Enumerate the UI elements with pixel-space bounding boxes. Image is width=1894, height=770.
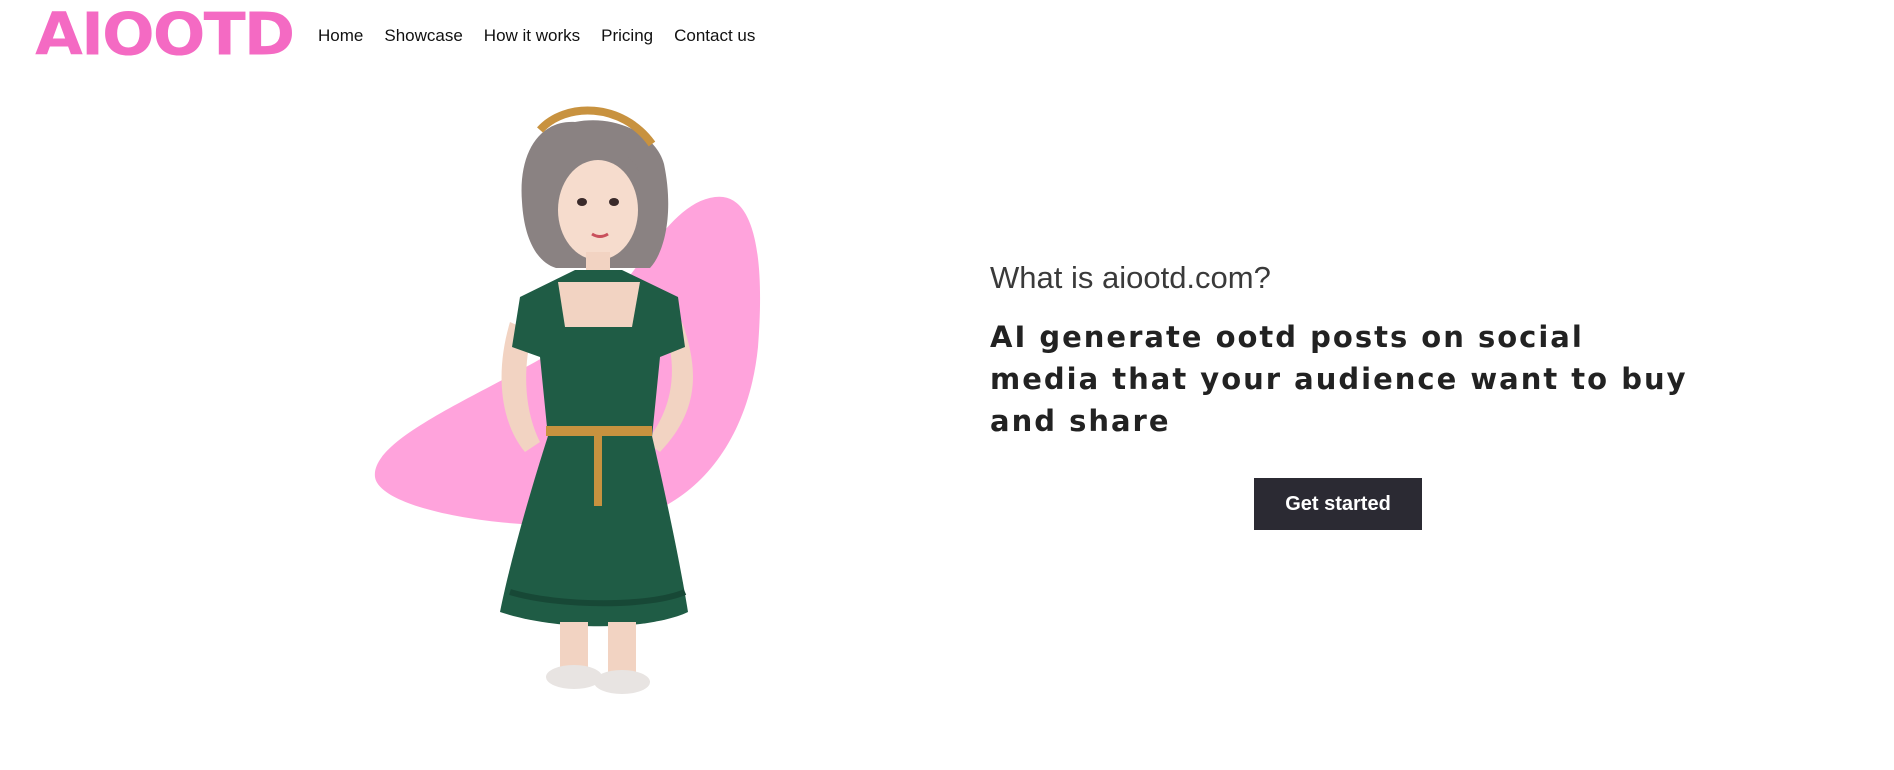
nav-item-contact-us[interactable]: Contact us [674, 24, 755, 48]
get-started-button[interactable]: Get started [1254, 478, 1422, 530]
main-nav: Home Showcase How it works Pricing Conta… [318, 24, 776, 48]
nav-item-home[interactable]: Home [318, 24, 363, 48]
hero-headline: AI generate ootd posts on social media t… [990, 320, 1688, 438]
model-in-green-dress-image [374, 106, 761, 694]
nav-item-showcase[interactable]: Showcase [384, 24, 462, 48]
hero-kicker: What is aiootd.com? [990, 260, 1271, 295]
site-header: AIOOTD Home Showcase How it works Pricin… [0, 0, 1894, 74]
hero-illustration [360, 92, 780, 712]
nav-item-pricing[interactable]: Pricing [601, 24, 653, 48]
brand-logo[interactable]: AIOOTD [35, 2, 295, 67]
hero-text-block: What is aiootd.com? AI generate ootd pos… [990, 258, 1690, 442]
nav-item-how-it-works[interactable]: How it works [484, 24, 580, 48]
